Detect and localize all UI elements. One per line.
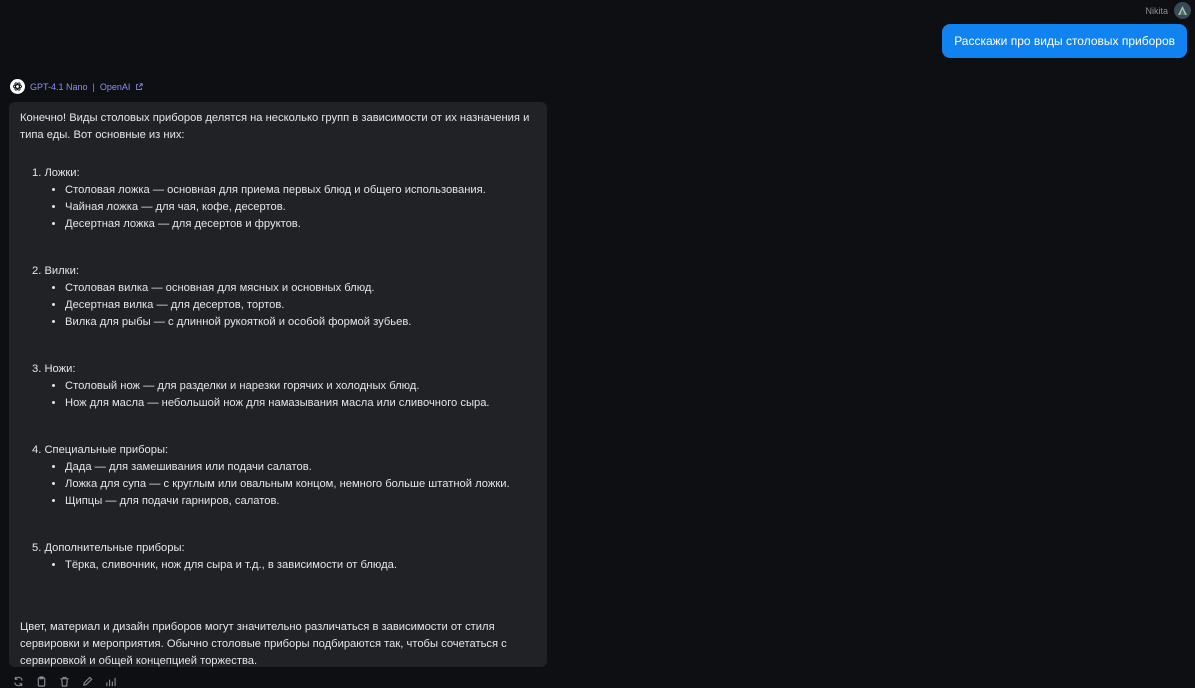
stats-icon[interactable]: [104, 675, 116, 687]
assistant-message: Конечно! Виды столовых приборов делятся …: [9, 102, 547, 667]
list-item: Вилка для рыбы — с длинной рукояткой и о…: [65, 314, 536, 331]
list-item: Ложка для супа — с круглым или овальным …: [65, 476, 536, 493]
section-special: 4. Специальные приборы: Дада — для замеш…: [20, 442, 536, 510]
assistant-header: GPT-4.1 Nano | OpenAI: [10, 79, 144, 94]
list-item: Десертная ложка — для десертов и фруктов…: [65, 216, 536, 233]
list-item: Столовая вилка — основная для мясных и о…: [65, 280, 536, 297]
delete-icon[interactable]: [58, 675, 70, 687]
section-title: 1. Ложки:: [32, 167, 80, 179]
message-actions: [12, 675, 116, 687]
list-item: Столовая ложка — основная для приема пер…: [65, 182, 536, 199]
copy-icon[interactable]: [35, 675, 47, 687]
edit-icon[interactable]: [81, 675, 93, 687]
list-item: Дада — для замешивания или подачи салато…: [65, 459, 536, 476]
outro-paragraph: Цвет, материал и дизайн приборов могут з…: [20, 621, 507, 667]
section-additional: 5. Дополнительные приборы: Тёрка, сливоч…: [20, 540, 536, 574]
intro-paragraph: Конечно! Виды столовых приборов делятся …: [20, 112, 530, 141]
regenerate-icon[interactable]: [12, 675, 24, 687]
list-item: Тёрка, сливочник, нож для сыра и т.д., в…: [65, 557, 536, 574]
openai-logo-icon: [10, 79, 25, 94]
user-avatar-icon[interactable]: [1174, 2, 1191, 19]
list-item: Чайная ложка — для чая, кофе, десертов.: [65, 199, 536, 216]
section-spoons: 1. Ложки: Столовая ложка — основная для …: [20, 165, 536, 233]
list-item: Нож для масла — небольшой нож для намазы…: [65, 395, 536, 412]
external-link-icon[interactable]: [135, 82, 144, 91]
section-forks: 2. Вилки: Столовая вилка — основная для …: [20, 263, 536, 331]
list-item: Десертная вилка — для десертов, тортов.: [65, 297, 536, 314]
section-title: 5. Дополнительные приборы:: [32, 542, 185, 554]
section-title: 3. Ножи:: [32, 363, 76, 375]
provider-link[interactable]: OpenAI: [100, 82, 131, 92]
section-title: 4. Специальные приборы:: [32, 444, 169, 456]
user-header: Nikita: [1145, 2, 1191, 19]
user-message: Расскажи про виды столовых приборов: [942, 24, 1187, 58]
list-item: Столовый нож — для разделки и нарезки го…: [65, 378, 536, 395]
section-knives: 3. Ножи: Столовый нож — для разделки и н…: [20, 361, 536, 412]
section-title: 2. Вилки:: [32, 265, 79, 277]
user-name: Nikita: [1145, 5, 1168, 16]
model-separator: |: [92, 81, 95, 92]
list-item: Щипцы — для подачи гарниров, салатов.: [65, 493, 536, 510]
model-name-link[interactable]: GPT-4.1 Nano: [30, 82, 88, 92]
